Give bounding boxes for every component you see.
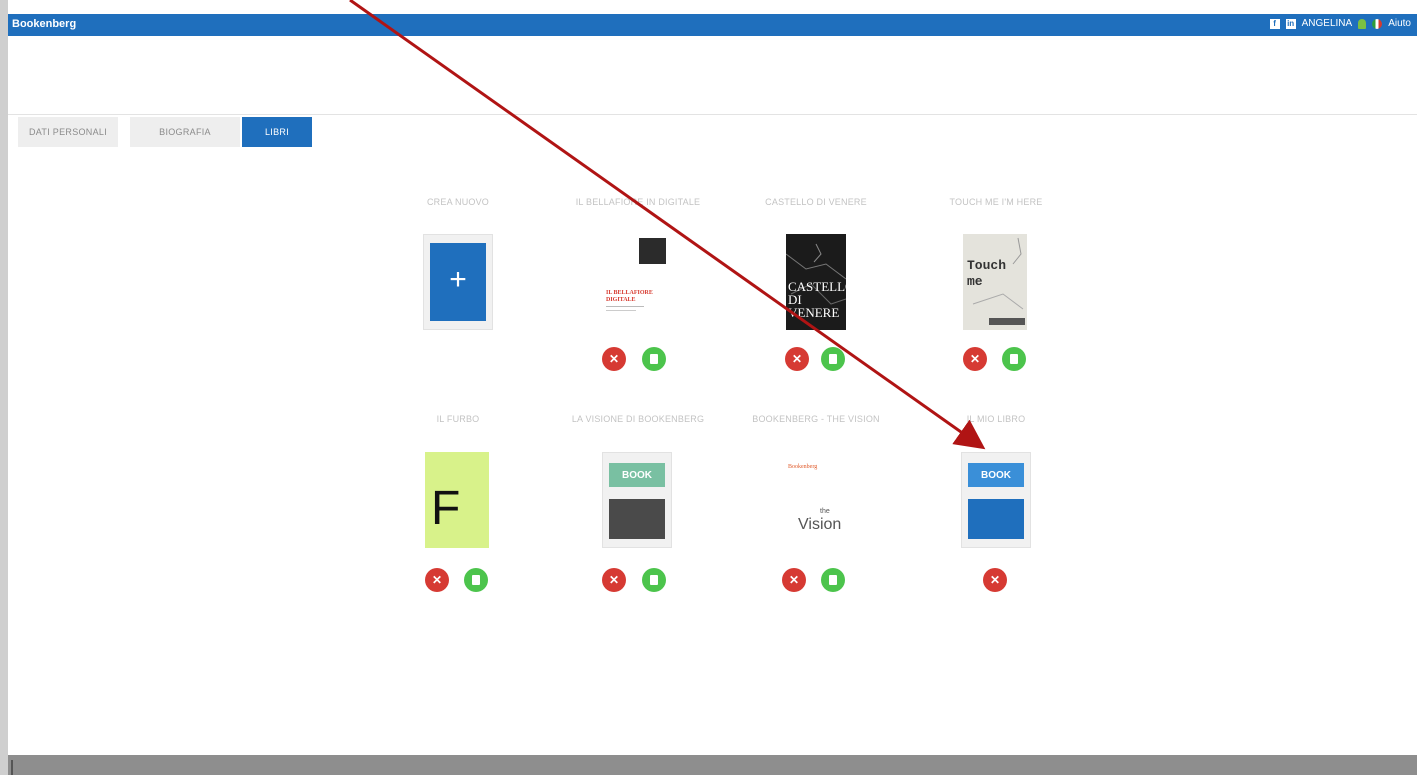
document-icon (1010, 354, 1018, 364)
cover-rule (606, 306, 644, 307)
cover-title-text: Vision (798, 516, 842, 533)
delete-button-castello[interactable]: ✕ (785, 347, 809, 371)
book-title-touch-me: TOUCH ME I'M HERE (949, 197, 1043, 207)
footer-notch (11, 760, 13, 775)
cover-sup-text: the (820, 508, 830, 515)
edit-button-the-vision[interactable] (821, 568, 845, 592)
document-icon (650, 354, 658, 364)
facebook-icon[interactable]: f (1269, 18, 1280, 29)
book-title-bellafiore: IL BELLAFIORE IN DIGITALE (575, 197, 701, 207)
annotation-arrow-line (349, 0, 986, 450)
header-divider (8, 114, 1417, 115)
book-title-il-furbo: IL FURBO (436, 414, 480, 424)
cover-title-text: CASTELLO DI VENERE (788, 279, 846, 320)
cover-title-text: BOOK (968, 463, 1024, 487)
edit-button-bellafiore[interactable] (642, 347, 666, 371)
top-bar: Bookenberg f in ANGELINA Aiuto (8, 14, 1417, 36)
book-cover-il-furbo[interactable]: F (425, 452, 489, 548)
topbar-right-group: f in ANGELINA Aiuto (1269, 18, 1411, 29)
delete-button-il-mio-libro[interactable]: ✕ (983, 568, 1007, 592)
create-new-book-card[interactable]: + (423, 234, 493, 330)
delete-button-bellafiore[interactable]: ✕ (602, 347, 626, 371)
tab-libri[interactable]: LIBRI (242, 117, 312, 147)
tab-biografia[interactable]: BIOGRAFIA (130, 117, 240, 147)
cover-dark-block (609, 499, 665, 539)
edit-button-il-furbo[interactable] (464, 568, 488, 592)
document-icon (650, 575, 658, 585)
cover-title-text: F (431, 482, 461, 535)
cover-title-text: IL BELLAFIORE DIGITALE (606, 290, 653, 303)
edit-button-touch-me[interactable] (1002, 347, 1026, 371)
book-title-crea-nuovo: CREA NUOVO (426, 197, 489, 207)
help-link[interactable]: Aiuto (1388, 18, 1411, 29)
delete-button-touch-me[interactable]: ✕ (963, 347, 987, 371)
tab-dati-personali[interactable]: DATI PERSONALI (18, 117, 118, 147)
book-cover-visione[interactable]: BOOK (602, 452, 672, 548)
linkedin-icon[interactable]: in (1285, 18, 1296, 29)
book-cover-castello[interactable]: CASTELLO DI VENERE (786, 234, 846, 330)
plus-icon: + (449, 263, 467, 296)
delete-button-il-furbo[interactable]: ✕ (425, 568, 449, 592)
footer-bar (8, 755, 1417, 775)
book-cover-il-mio-libro[interactable]: BOOK (961, 452, 1031, 548)
cover-brand-text: Bookenberg (788, 464, 818, 470)
book-title-visione: LA VISIONE DI BOOKENBERG (571, 414, 705, 424)
italian-flag-icon[interactable] (1372, 18, 1383, 29)
cover-rule (606, 310, 636, 311)
cover-title-text: Touch me (967, 258, 1007, 289)
delete-button-the-vision[interactable]: ✕ (782, 568, 806, 592)
user-icon[interactable] (1358, 18, 1367, 29)
document-icon (829, 354, 837, 364)
cover-title-text: BOOK (609, 463, 665, 487)
book-title-the-vision: BOOKENBERG - THE VISION (752, 414, 880, 424)
cover-blue-block (968, 499, 1024, 539)
app-title[interactable]: Bookenberg (12, 18, 76, 30)
book-cover-bellafiore[interactable]: IL BELLAFIORE DIGITALE (601, 234, 671, 330)
document-icon (829, 575, 837, 585)
cover-dark-badge (639, 238, 666, 264)
book-title-castello: CASTELLO DI VENERE (765, 197, 867, 207)
cover-author-strip (989, 318, 1025, 325)
user-name[interactable]: ANGELINA (1302, 18, 1353, 29)
document-icon (472, 575, 480, 585)
book-cover-the-vision[interactable]: Bookenberg the Vision (780, 452, 852, 548)
edit-button-castello[interactable] (821, 347, 845, 371)
left-window-edge (0, 0, 8, 775)
delete-button-visione[interactable]: ✕ (602, 568, 626, 592)
book-cover-touch-me[interactable]: Touch me (963, 234, 1027, 330)
book-title-il-mio-libro: IL MIO LIBRO (966, 414, 1026, 424)
edit-button-visione[interactable] (642, 568, 666, 592)
